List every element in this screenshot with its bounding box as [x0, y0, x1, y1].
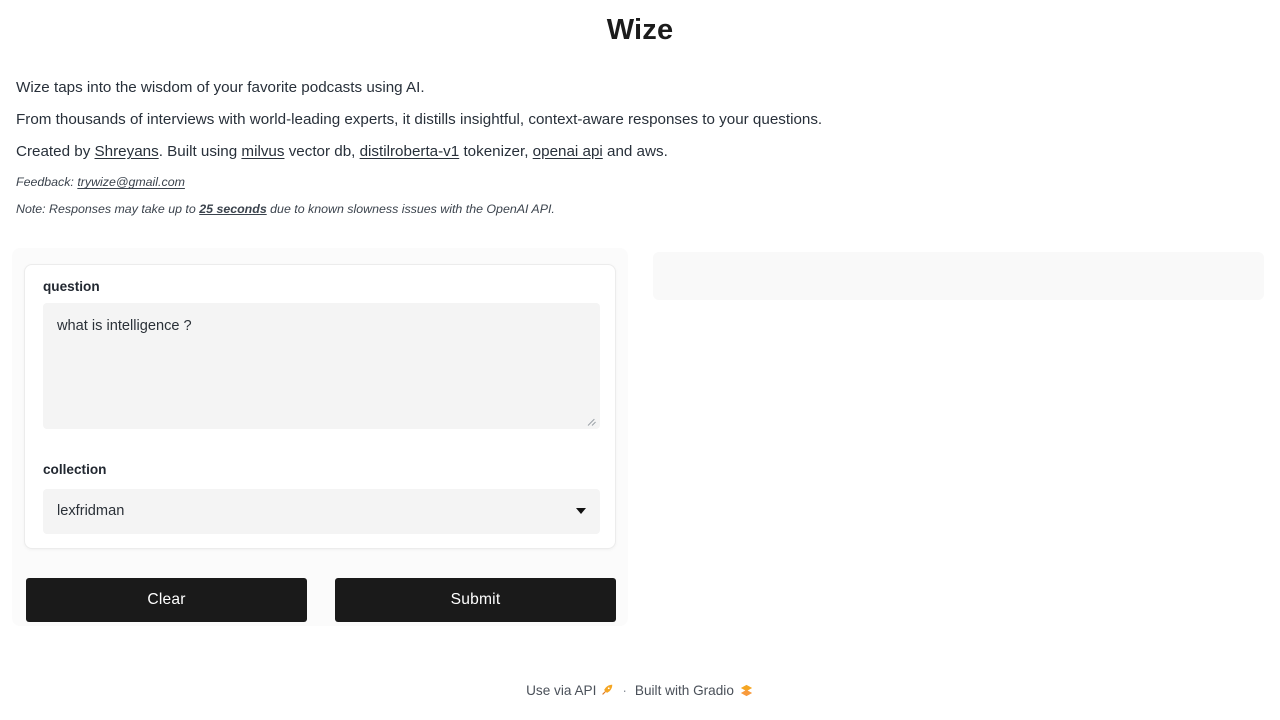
collection-selected-value: lexfridman [57, 503, 125, 519]
credit-mid-3: tokenizer, [459, 143, 533, 161]
credit-prefix: Created by [16, 143, 95, 161]
distilroberta-link[interactable]: distilroberta-v1 [360, 143, 460, 160]
description-block: Wize taps into the wisdom of your favori… [16, 78, 1264, 227]
collection-dropdown[interactable]: lexfridman [43, 489, 600, 534]
creator-link[interactable]: Shreyans [95, 143, 159, 160]
question-label: question [43, 279, 100, 294]
question-input[interactable] [43, 303, 600, 429]
credit-mid-2: vector db, [284, 143, 360, 161]
form-card: question collection lexfridman [24, 264, 616, 549]
note-prefix: Note: Responses may take up to [16, 201, 200, 216]
footer-separator: · [622, 683, 627, 698]
rocket-icon [600, 683, 614, 700]
feedback-line: Feedback: trywize@gmail.com [16, 174, 1264, 190]
description-line-3: Created by Shreyans. Built using milvus … [16, 142, 1264, 162]
footer: Use via API · Built with Gradio [0, 683, 1280, 701]
note-line: Note: Responses may take up to 25 second… [16, 201, 1264, 217]
built-with-gradio-label: Built with Gradio [634, 683, 734, 698]
milvus-link[interactable]: milvus [241, 143, 284, 160]
feedback-email-link[interactable]: trywize@gmail.com [77, 175, 185, 189]
collection-label: collection [43, 462, 107, 477]
note-suffix: due to known slowness issues with the Op… [266, 201, 555, 216]
credit-mid-1: . Built using [158, 143, 242, 161]
description-line-1: Wize taps into the wisdom of your favori… [16, 79, 425, 96]
gradio-logo-icon [739, 683, 754, 701]
gradio-app: Wize Wize taps into the wisdom of your f… [0, 0, 1280, 720]
chevron-down-icon [576, 508, 586, 514]
openai-api-link[interactable]: openai api [533, 143, 603, 160]
use-via-api-label: Use via API [526, 683, 597, 698]
use-via-api-link[interactable]: Use via API [526, 683, 596, 698]
page-title: Wize [606, 14, 674, 46]
credit-suffix: and aws. [602, 143, 668, 161]
note-highlight: 25 seconds [199, 201, 267, 216]
submit-button[interactable]: Submit [335, 578, 616, 622]
output-panel [653, 252, 1264, 300]
description-line-2: From thousands of interviews with world-… [16, 111, 823, 129]
feedback-label: Feedback: [16, 175, 78, 190]
clear-button[interactable]: Clear [26, 578, 307, 622]
